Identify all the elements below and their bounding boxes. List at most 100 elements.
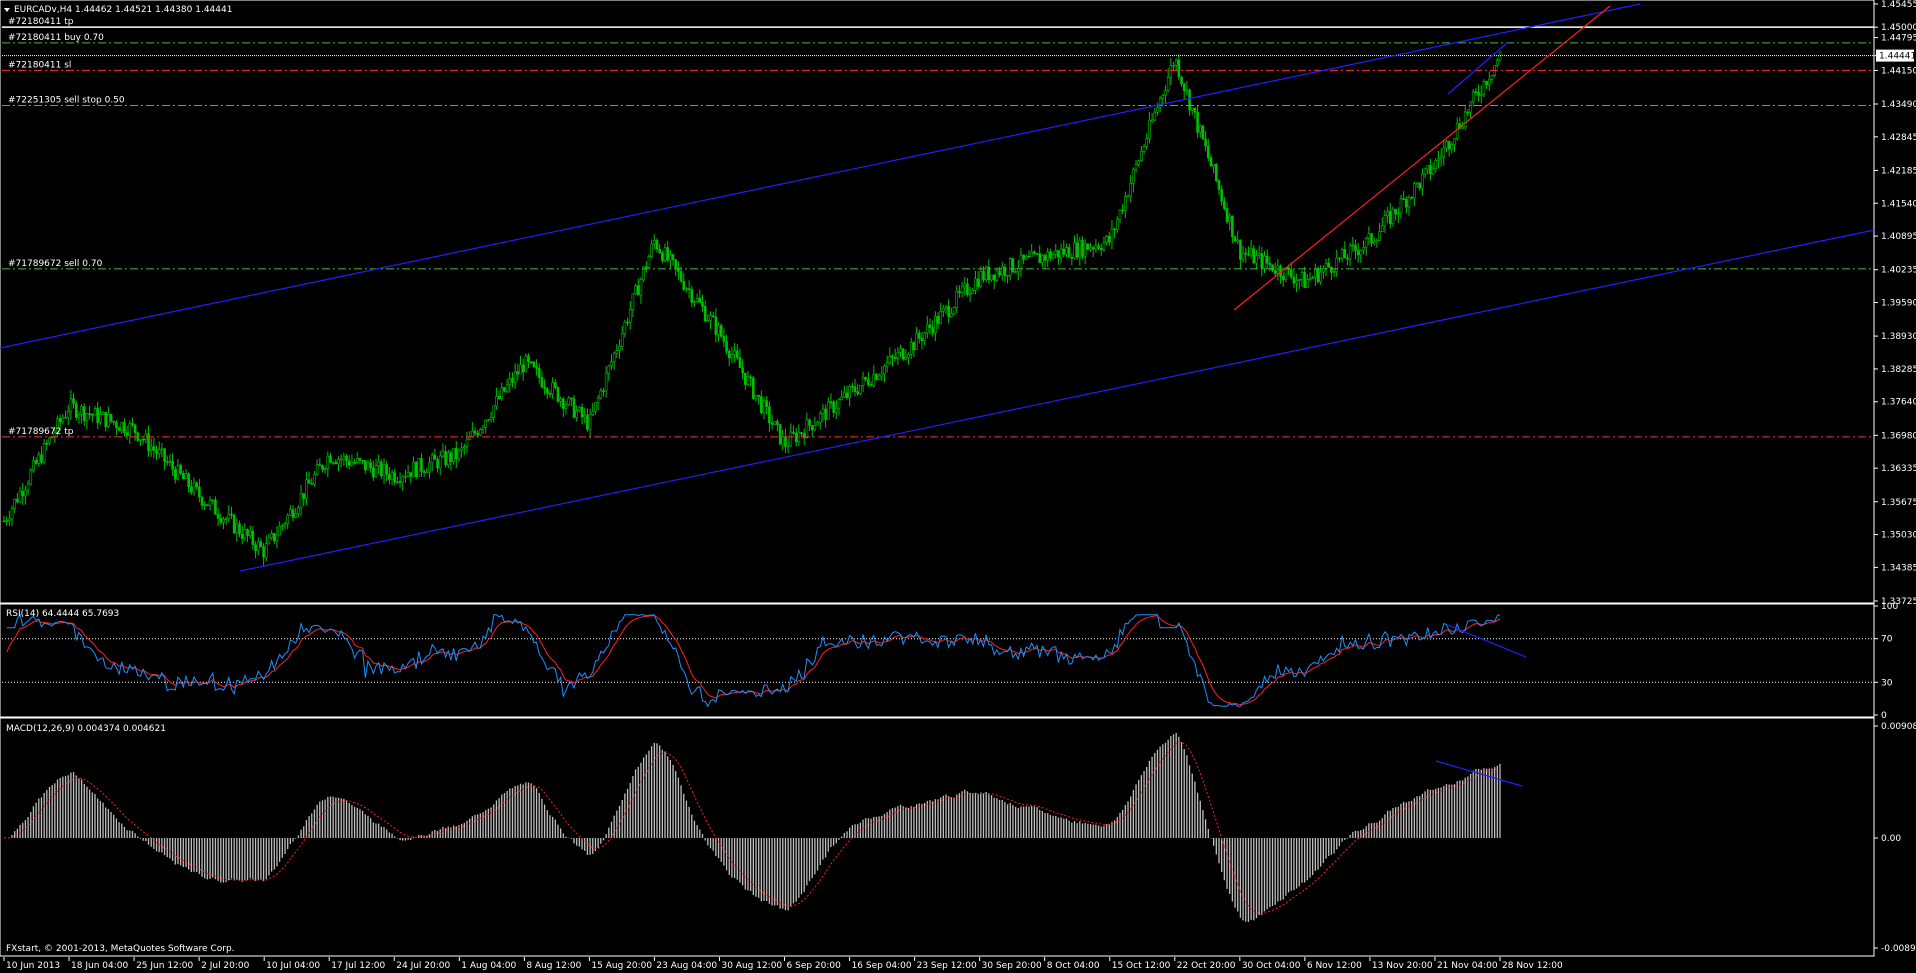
time-tick-label: 25 Jun 12:00 xyxy=(136,961,193,971)
candle-body xyxy=(1025,256,1028,260)
candle-body xyxy=(859,385,862,395)
order-line-label: #72180411 buy 0.70 xyxy=(8,33,104,43)
candle-body xyxy=(888,355,892,363)
candle-body xyxy=(816,421,819,426)
candle-body xyxy=(1231,215,1234,238)
macd-tick-label: -0.0089 xyxy=(1881,944,1916,954)
candle-body xyxy=(741,367,744,374)
candle-body xyxy=(198,486,201,498)
price-tick-label: 1.36980 xyxy=(1881,431,1916,441)
candle-body xyxy=(615,350,619,354)
candle-body xyxy=(1134,163,1138,170)
candle-body xyxy=(1421,173,1424,189)
candle-body xyxy=(778,424,782,445)
candle-body xyxy=(821,408,825,414)
candle-body xyxy=(1046,251,1050,261)
candle-body xyxy=(698,297,702,303)
candle-body xyxy=(1220,189,1223,202)
candle-body xyxy=(481,426,485,430)
candle-body xyxy=(714,316,718,335)
candle-body xyxy=(1150,119,1154,122)
candle-body xyxy=(141,438,145,441)
candle-body xyxy=(754,394,758,399)
candle-body xyxy=(578,406,581,412)
candle-body xyxy=(1402,198,1405,200)
price-axis: 1.45455 1.450001.44795 1.44441 1.44150 1.434… xyxy=(1874,0,1916,607)
candle-body xyxy=(1164,90,1167,96)
candle-body xyxy=(599,390,603,399)
candle-body xyxy=(355,458,359,463)
candle-body xyxy=(91,414,94,416)
candle-body xyxy=(813,425,817,431)
candle-body xyxy=(248,530,252,536)
candle-body xyxy=(112,420,116,423)
candle-body xyxy=(88,413,91,415)
candle-body xyxy=(925,324,929,334)
candle-body xyxy=(706,320,710,322)
candle-body xyxy=(251,530,255,545)
candle-body xyxy=(1303,272,1306,288)
candle-body xyxy=(428,462,431,473)
candle-body xyxy=(1094,245,1098,250)
candle-body xyxy=(1011,258,1015,273)
candle-body xyxy=(77,414,81,418)
candle-body xyxy=(1297,279,1301,281)
candle-body xyxy=(334,461,338,464)
candle-body xyxy=(832,401,835,413)
price-tick-label: 1.43490 xyxy=(1881,100,1916,110)
candle-body xyxy=(286,514,289,525)
candle-body xyxy=(283,523,287,526)
candle-body xyxy=(891,355,894,358)
candle-body xyxy=(1386,211,1389,217)
candle-body xyxy=(1415,182,1419,185)
mt4-chart-window[interactable]: #72180411 tp #72180411 buy 0.70 #72180411 … xyxy=(0,0,1916,973)
candle-body xyxy=(505,384,509,392)
candle-body xyxy=(192,482,196,493)
candle-body xyxy=(634,285,637,295)
candle-body xyxy=(1330,266,1333,273)
time-tick-label: 10 Jun 2013 xyxy=(6,961,60,971)
candle-body xyxy=(1359,250,1363,256)
candle-body xyxy=(567,397,570,406)
candle-body xyxy=(246,529,249,536)
candle-body xyxy=(572,398,576,418)
candle-body xyxy=(899,348,902,353)
candle-body xyxy=(1397,212,1400,215)
time-tick-label: 22 Oct 20:00 xyxy=(1177,961,1236,971)
candle-body xyxy=(904,357,908,360)
candle-body xyxy=(602,390,605,393)
candle-body xyxy=(551,382,554,395)
candle-body xyxy=(37,454,41,464)
candle-body xyxy=(366,462,370,471)
candle-body xyxy=(583,414,587,418)
candle-body xyxy=(1223,200,1226,209)
candle-body xyxy=(810,425,814,431)
candle-body xyxy=(1057,250,1060,258)
candle-body xyxy=(1027,256,1031,258)
candle-body xyxy=(1461,126,1464,129)
candle-body xyxy=(1260,253,1264,269)
candle-body xyxy=(824,408,827,420)
candle-body xyxy=(125,432,129,436)
candle-body xyxy=(1033,251,1036,254)
price-tick-label: 1.38285 xyxy=(1881,365,1916,375)
candle-body xyxy=(1364,237,1368,248)
candle-body xyxy=(374,465,378,478)
candle-body xyxy=(963,283,967,288)
candle-body xyxy=(1075,242,1079,258)
candle-body xyxy=(990,274,993,281)
candle-body xyxy=(1383,215,1387,227)
candle-body xyxy=(238,523,241,535)
candle-body xyxy=(762,400,766,414)
candle-body xyxy=(653,240,656,245)
candle-body xyxy=(1322,268,1325,273)
candle-body xyxy=(272,533,276,542)
candle-body xyxy=(1311,277,1314,279)
candle-body xyxy=(24,489,27,497)
candle-body xyxy=(1161,95,1165,99)
candle-body xyxy=(1132,169,1135,184)
candle-body xyxy=(363,460,367,471)
candle-body xyxy=(1474,91,1478,94)
candle-body xyxy=(979,271,983,287)
candle-body xyxy=(497,396,501,399)
